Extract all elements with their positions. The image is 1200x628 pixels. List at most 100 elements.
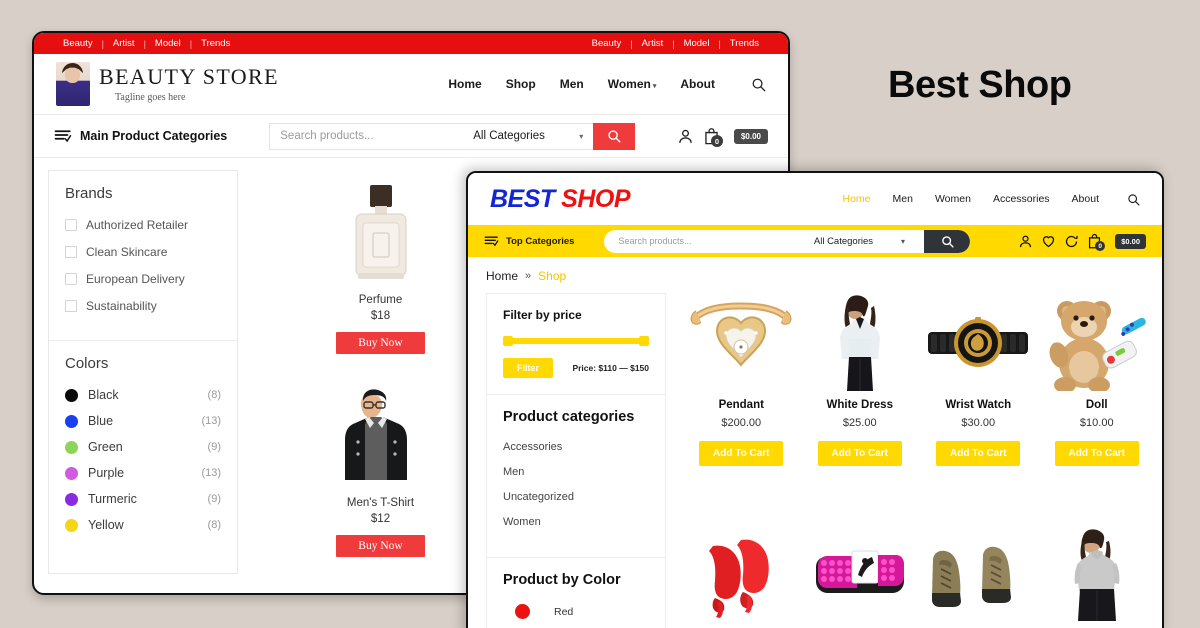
topbar-link-artist[interactable]: Artist [104, 38, 144, 49]
search-input[interactable]: Search products... [269, 122, 464, 150]
cart-total-badge[interactable]: $0.00 [733, 128, 768, 144]
nav-item-home[interactable]: Home [448, 77, 481, 91]
brand-checkbox-row[interactable]: Clean Skincare [65, 245, 221, 259]
brand-checkbox-row[interactable]: Sustainability [65, 299, 221, 313]
checkbox-icon[interactable] [65, 273, 77, 285]
breadcrumb: Home » Shop [468, 257, 1162, 293]
product-card[interactable]: Brcaelet $12.00 [803, 526, 918, 628]
product-card[interactable]: Brown Shoes $25.00 [921, 526, 1036, 628]
topbar-right-link-trends[interactable]: Trends [721, 38, 768, 49]
brand-label: Sustainability [86, 299, 157, 313]
nav-item-about[interactable]: About [1072, 193, 1099, 205]
price-slider-handle-max[interactable] [639, 336, 649, 346]
search-icon[interactable] [1127, 193, 1140, 206]
wishlist-heart-icon[interactable] [1041, 234, 1056, 249]
nav-item-men[interactable]: Men [560, 77, 584, 91]
product-price: $12 [370, 512, 391, 525]
brand-checkbox-row[interactable]: European Delivery [65, 272, 221, 286]
product-card[interactable]: Red Shoes $10.00 [684, 526, 799, 628]
user-account-icon[interactable] [677, 128, 694, 145]
product-categories-panel: Product categories Accessories Men Uncat… [487, 394, 665, 557]
color-count: (9) [207, 441, 221, 453]
breadcrumb-home[interactable]: Home [486, 269, 518, 283]
user-account-icon[interactable] [1018, 234, 1033, 249]
color-name: Yellow [88, 518, 124, 532]
search-input[interactable]: Search products... [604, 230, 794, 253]
filter-button[interactable]: Filter [503, 358, 554, 378]
nav-item-accessories[interactable]: Accessories [993, 193, 1050, 205]
page-title: Best Shop [888, 64, 1072, 106]
brand-checkbox-row[interactable]: Authorized Retailer [65, 218, 221, 232]
product-card[interactable]: Pendant $200.00 Add To Cart [684, 293, 799, 512]
logo-text-best: BEST [490, 184, 555, 213]
cart-count-badge: 0 [710, 135, 723, 147]
colors-panel-title: Colors [65, 355, 109, 372]
category-link-accessories[interactable]: Accessories [503, 441, 649, 453]
checkbox-icon[interactable] [65, 219, 77, 231]
price-slider-handle-min[interactable] [503, 336, 513, 346]
color-filter-row[interactable]: Green (9) [65, 440, 221, 454]
add-to-cart-button[interactable]: Add To Cart [817, 441, 902, 466]
nav-item-shop[interactable]: Shop [506, 77, 536, 91]
topbar-right-link-beauty[interactable]: Beauty [583, 38, 631, 49]
topbar-link-trends[interactable]: Trends [192, 38, 239, 49]
woman-avatar-icon [56, 62, 90, 106]
add-to-cart-button[interactable]: Add To Cart [936, 441, 1021, 466]
buy-now-button[interactable]: Buy Now [336, 534, 425, 557]
beauty-search-group: Search products... All Categories ▾ [269, 122, 636, 150]
nav-item-women[interactable]: Women ▾ [608, 77, 657, 91]
product-card[interactable]: Wrist Watch $30.00 Add To Cart [921, 293, 1036, 512]
main-product-categories-button[interactable]: Main Product Categories [54, 129, 227, 144]
compare-refresh-icon[interactable] [1064, 234, 1079, 249]
product-card[interactable]: White Dress $25.00 Add To Cart [803, 293, 918, 512]
color-filter-row[interactable]: Purple (13) [65, 466, 221, 480]
topbar-right-link-artist[interactable]: Artist [633, 38, 673, 49]
nav-item-about[interactable]: About [680, 77, 715, 91]
price-range-slider[interactable] [503, 336, 649, 346]
cart-icon[interactable]: 0 [1087, 233, 1106, 251]
add-to-cart-button[interactable]: Add To Cart [1054, 441, 1139, 466]
cart-icon[interactable]: 0 [703, 127, 723, 147]
product-image-red-shoes [684, 526, 799, 626]
best-shop-search-group: Search products... All Categories ▾ [604, 229, 971, 253]
nav-item-women[interactable]: Women [935, 193, 971, 205]
color-filter-row[interactable]: Black (8) [65, 388, 221, 402]
brand-label: European Delivery [86, 272, 185, 286]
category-link-uncategorized[interactable]: Uncategorized [503, 491, 649, 503]
breadcrumb-current: Shop [538, 269, 567, 283]
search-submit-button[interactable] [924, 229, 971, 253]
add-to-cart-button[interactable]: Add To Cart [699, 441, 784, 466]
search-icon[interactable] [751, 77, 766, 92]
brand-label: Authorized Retailer [86, 218, 189, 232]
product-card[interactable]: T-Shirt $15.00 [1040, 526, 1155, 628]
cart-total-badge[interactable]: $0.00 [1115, 233, 1146, 249]
nav-item-home[interactable]: Home [842, 193, 870, 205]
checkbox-icon[interactable] [65, 300, 77, 312]
color-name: Turmeric [88, 492, 137, 506]
top-categories-button[interactable]: Top Categories [484, 235, 574, 248]
color-name: Black [88, 388, 119, 402]
beauty-logo[interactable]: BEAUTY STORE Tagline goes here [56, 62, 279, 106]
buy-now-button[interactable]: Buy Now [336, 332, 425, 354]
best-shop-logo[interactable]: BEST SHOP [490, 185, 630, 214]
color-filter-row[interactable]: Turmeric (9) [65, 492, 221, 506]
product-card[interactable]: Doll $10.00 Add To Cart [1040, 293, 1155, 512]
color-name: Green [88, 440, 123, 454]
checkbox-icon[interactable] [65, 246, 77, 258]
brand-name: BEAUTY STORE [99, 64, 279, 90]
category-select[interactable]: All Categories ▾ [794, 230, 924, 253]
search-submit-button[interactable] [593, 122, 636, 150]
category-link-women[interactable]: Women [503, 516, 649, 528]
color-filter-row[interactable]: Blue (13) [65, 414, 221, 428]
color-filter-row[interactable]: Red [503, 604, 649, 619]
product-image-brown-shoes [921, 526, 1036, 626]
color-swatch-turmeric [65, 492, 78, 506]
category-link-men[interactable]: Men [503, 466, 649, 478]
beauty-topbar: Beauty | Artist | Model | Trends Beauty … [34, 33, 788, 54]
nav-item-men[interactable]: Men [893, 193, 913, 205]
topbar-link-beauty[interactable]: Beauty [54, 38, 102, 49]
category-select[interactable]: All Categories ▾ [463, 122, 594, 150]
topbar-right-link-model[interactable]: Model [675, 38, 719, 49]
color-filter-row[interactable]: Yellow (8) [65, 518, 221, 532]
topbar-link-model[interactable]: Model [146, 38, 190, 49]
